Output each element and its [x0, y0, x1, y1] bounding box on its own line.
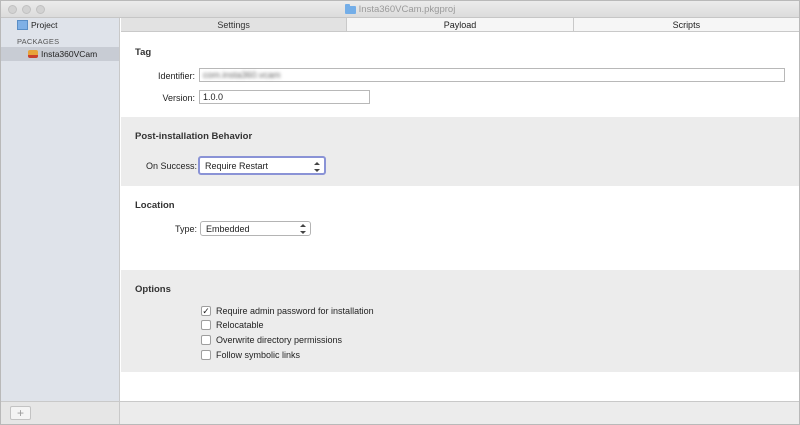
- on-success-label: On Success:: [145, 161, 197, 171]
- location-type-popup[interactable]: Embedded: [200, 221, 311, 236]
- option-follow-symlinks[interactable]: Follow symbolic links: [201, 349, 300, 361]
- on-success-value: Require Restart: [205, 160, 269, 171]
- add-package-button[interactable]: +: [10, 406, 31, 420]
- on-success-popup[interactable]: Require Restart: [198, 156, 326, 175]
- project-icon: [17, 20, 28, 30]
- option-require-admin[interactable]: ✓ Require admin password for installatio…: [201, 305, 374, 317]
- option-label: Overwrite directory permissions: [216, 335, 343, 345]
- package-icon: [28, 50, 38, 58]
- options-section: Options ✓ Require admin password for ins…: [121, 270, 799, 372]
- checkbox-overwrite-permissions[interactable]: [201, 335, 211, 345]
- option-relocatable[interactable]: Relocatable: [201, 319, 264, 331]
- identifier-value: com.insta360.vcam: [203, 70, 281, 80]
- tab-bar: Settings Payload Scripts: [121, 18, 799, 32]
- sidebar-item-project[interactable]: Project: [1, 18, 119, 32]
- chevron-updown-icon: [314, 162, 320, 172]
- post-install-section-title: Post-installation Behavior: [135, 131, 253, 142]
- identifier-field[interactable]: com.insta360.vcam: [199, 68, 785, 82]
- sidebar-footer: +: [1, 402, 120, 424]
- tag-section-title: Tag: [135, 47, 152, 58]
- tab-scripts[interactable]: Scripts: [574, 18, 799, 31]
- window-title: Insta360VCam.pkgproj: [1, 1, 799, 18]
- folder-icon: [344, 3, 356, 14]
- location-type-value: Embedded: [206, 223, 250, 234]
- location-section-title: Location: [135, 200, 175, 211]
- option-label: Follow symbolic links: [216, 350, 301, 360]
- app-window: Insta360VCam.pkgproj Project PACKAGES In…: [0, 0, 800, 425]
- sidebar-heading-packages: PACKAGES: [17, 36, 60, 46]
- sidebar-item-label: Insta360VCam: [41, 49, 98, 59]
- options-section-title: Options: [135, 284, 171, 295]
- location-section: Location Type: Embedded: [121, 186, 799, 270]
- title-bar: Insta360VCam.pkgproj: [1, 1, 799, 18]
- version-field[interactable]: 1.0.0: [199, 90, 370, 104]
- post-install-section: Post-installation Behavior On Success: R…: [121, 117, 799, 186]
- checkbox-follow-symlinks[interactable]: [201, 350, 211, 360]
- window-title-text: Insta360VCam.pkgproj: [358, 4, 456, 15]
- sidebar-item-label: Project: [31, 20, 58, 30]
- checkbox-relocatable[interactable]: [201, 320, 211, 330]
- identifier-label: Identifier:: [157, 71, 195, 81]
- option-label: Require admin password for installation: [216, 306, 374, 316]
- tab-settings[interactable]: Settings: [121, 18, 348, 31]
- checkbox-require-admin[interactable]: ✓: [201, 306, 211, 316]
- chevron-updown-icon: [300, 224, 306, 234]
- sidebar: Project PACKAGES Insta360VCam: [1, 18, 120, 401]
- tab-payload[interactable]: Payload: [347, 18, 574, 31]
- sidebar-item-package[interactable]: Insta360VCam: [1, 47, 119, 61]
- option-overwrite-permissions[interactable]: Overwrite directory permissions: [201, 334, 342, 346]
- type-label: Type:: [174, 224, 197, 234]
- bottom-bar: +: [1, 401, 799, 424]
- tag-section: Tag Identifier: com.insta360.vcam Versio…: [121, 33, 799, 117]
- option-label: Relocatable: [216, 320, 264, 330]
- version-label: Version:: [162, 93, 195, 103]
- settings-pane: Tag Identifier: com.insta360.vcam Versio…: [121, 33, 799, 401]
